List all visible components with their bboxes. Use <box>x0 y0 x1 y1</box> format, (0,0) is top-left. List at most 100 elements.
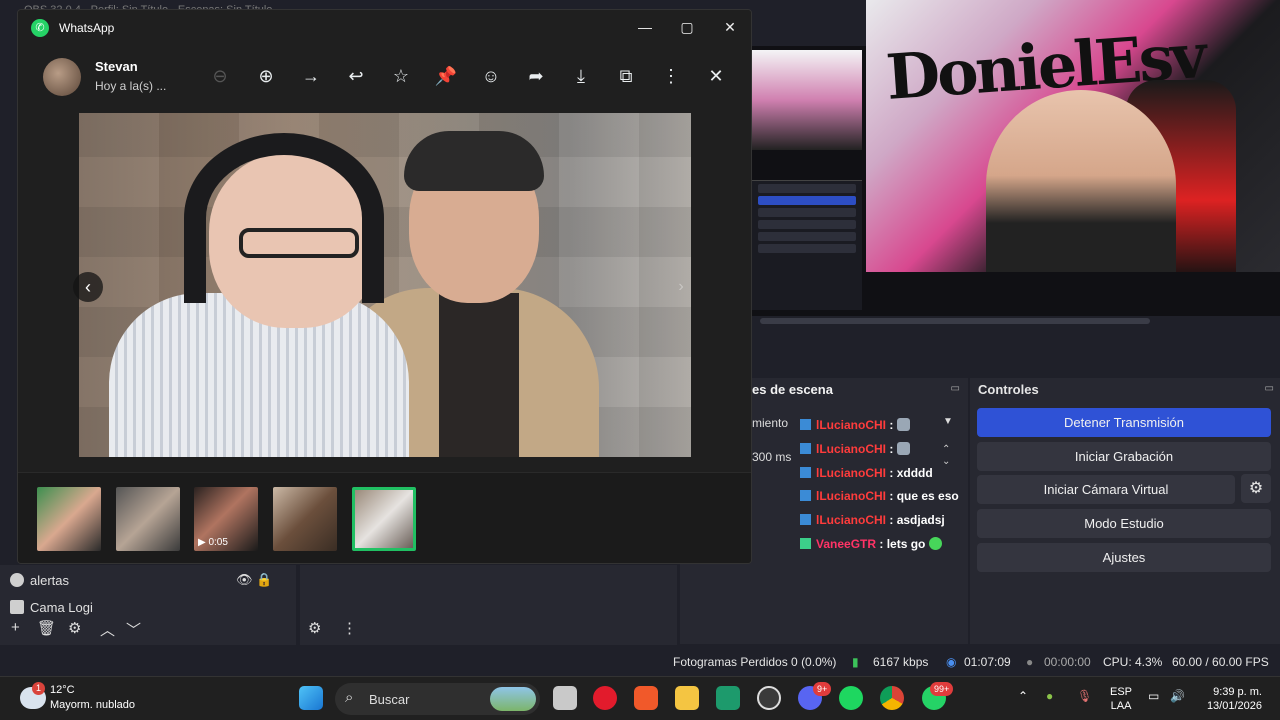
file-explorer-icon[interactable] <box>675 686 699 710</box>
signal-icon: ▮ <box>852 655 859 669</box>
chat-user: VaneeGTR <box>816 537 877 551</box>
zoom-in-icon[interactable]: ⊕ <box>254 64 278 88</box>
maximize-icon[interactable]: ▢ <box>672 16 702 38</box>
media-thumbnail[interactable] <box>116 487 180 551</box>
lock-icon[interactable]: 🔒 <box>256 572 272 587</box>
search-icon: ⌕ <box>345 689 354 706</box>
contact-timestamp: Hoy a la(s) ... <box>95 79 167 93</box>
streamer <box>986 90 1176 272</box>
brave-icon[interactable] <box>634 686 658 710</box>
video-duration: ▶ 0:05 <box>198 537 228 548</box>
discord-badge: 9+ <box>813 682 832 696</box>
media-thumbnail-video[interactable]: ▶ 0:05 <box>194 487 258 551</box>
dropped-frames: Fotogramas Perdidos 0 (0.0%) <box>673 655 837 669</box>
more-icon[interactable]: ⋮ <box>342 619 357 637</box>
virtual-cam-settings-button[interactable]: ⚙ <box>1241 474 1271 503</box>
source-item[interactable]: Cama Logi <box>10 600 93 615</box>
avatar[interactable] <box>43 58 81 96</box>
stop-stream-button[interactable]: Detener Transmisión <box>977 408 1271 437</box>
temperature[interactable]: 12°C <box>50 684 75 696</box>
gear-icon[interactable]: ⚙ <box>68 619 81 637</box>
close-window-icon[interactable]: ✕ <box>715 16 745 38</box>
whatsapp-titlebar: ✆ WhatsApp — ▢ ✕ <box>18 10 751 44</box>
chat-user: lLucianoCHI <box>816 513 887 527</box>
zoom-out-icon: ⊖ <box>212 66 228 86</box>
record-icon: ● <box>1026 655 1034 669</box>
open-external-icon[interactable]: ⧉ <box>614 64 638 88</box>
trash-icon[interactable]: 🗑 <box>37 619 56 637</box>
gear-icon: ⚙ <box>1248 480 1264 497</box>
microphone-icon[interactable]: 🎙 <box>1077 689 1092 703</box>
badge-icon <box>800 419 811 430</box>
chevron-up-icon[interactable]: ⌃ <box>1018 689 1028 703</box>
network-icon[interactable]: ▭ <box>1148 689 1159 703</box>
bitrate: 6167 kbps <box>873 655 929 669</box>
mixer-settings-icon[interactable]: ⚙ <box>308 619 321 637</box>
media-thumbnail[interactable] <box>37 487 101 551</box>
star-icon[interactable]: ☆ <box>389 64 413 88</box>
windows-start-icon[interactable] <box>299 686 323 710</box>
minimize-icon[interactable]: — <box>630 16 660 38</box>
chevron-down-icon[interactable]: ▼ <box>943 416 953 427</box>
chat-line: lLucianoCHI : <box>800 442 910 456</box>
chrome-icon[interactable] <box>880 686 904 710</box>
search-highlight-icon <box>490 687 536 711</box>
start-recording-button[interactable]: Iniciar Grabación <box>977 442 1271 471</box>
cpu-usage: CPU: 4.3% <box>1103 655 1163 669</box>
app-icon[interactable] <box>716 686 740 710</box>
opera-icon[interactable] <box>593 686 617 710</box>
more-menu-icon[interactable]: ⋮ <box>659 64 683 88</box>
emoji-icon[interactable]: ☺ <box>479 64 503 88</box>
settings-button[interactable]: Ajustes <box>977 543 1271 572</box>
add-icon[interactable]: + <box>11 619 20 636</box>
preview-mini-obs <box>752 180 862 310</box>
studio-mode-button[interactable]: Modo Estudio <box>977 509 1271 538</box>
close-viewer-icon[interactable]: ✕ <box>704 64 728 88</box>
download-icon[interactable]: ⤓ <box>569 64 593 88</box>
media-thumbnail-selected[interactable] <box>352 487 416 551</box>
camera-icon <box>10 600 24 614</box>
forward-icon[interactable]: ➦ <box>524 64 548 88</box>
task-view-icon[interactable] <box>553 686 577 710</box>
source-name: Cama Logi <box>30 600 93 615</box>
stream-icon: ◉ <box>946 655 957 669</box>
go-to-message-icon[interactable]: → <box>299 64 323 88</box>
start-virtual-cam-button[interactable]: Iniciar Cámara Virtual <box>977 475 1235 504</box>
chat-user: lLucianoCHI <box>816 418 887 432</box>
float-dock-icon[interactable]: ▭ <box>951 383 960 394</box>
duration-field[interactable]: 300 ms <box>752 450 791 464</box>
chevron-up-icon[interactable]: ︿ <box>100 619 115 640</box>
chat-msg: : <box>889 418 894 432</box>
source-item[interactable]: alertas <box>10 573 69 588</box>
dish-emote-icon <box>896 418 910 431</box>
input-language[interactable]: ESP LAA <box>1110 685 1132 713</box>
clock[interactable]: 9:39 p. m. 13/01/2026 <box>1200 685 1262 713</box>
preview-mini-cam <box>752 50 862 150</box>
next-media-button[interactable]: › <box>666 272 696 302</box>
chat-user: lLucianoCHI <box>816 489 887 503</box>
chevron-down-icon[interactable]: ﹀ <box>126 619 141 640</box>
controls-dock: Controles ▭ Detener Transmisión Iniciar … <box>970 378 1280 644</box>
chevron-down-icon[interactable]: ⌄ <box>942 456 950 467</box>
reply-icon[interactable]: ↩ <box>344 64 368 88</box>
spotify-icon[interactable] <box>839 686 863 710</box>
chat-msg: : <box>889 442 894 456</box>
search-box[interactable]: ⌕ Buscar <box>335 683 540 715</box>
obs-icon[interactable] <box>757 686 781 710</box>
forecast[interactable]: Mayorm. nublado <box>50 699 135 711</box>
eye-icon[interactable]: 👁 <box>236 572 253 587</box>
preview-scrollbar[interactable] <box>760 318 1150 324</box>
float-dock-icon[interactable]: ▭ <box>1265 383 1274 394</box>
chevron-up-icon[interactable]: ⌃ <box>942 444 950 455</box>
browser-source-icon <box>10 573 24 587</box>
stream-time: 01:07:09 <box>964 655 1011 669</box>
previous-media-button[interactable]: ‹ <box>73 272 103 302</box>
pin-icon[interactable]: 📌 <box>434 64 458 88</box>
obs-status-bar: Fotogramas Perdidos 0 (0.0%) ▮ 6167 kbps… <box>0 648 1280 676</box>
badge-icon <box>800 514 811 525</box>
media-thumbnail[interactable] <box>273 487 337 551</box>
tray-app-icon[interactable]: ● <box>1046 689 1053 703</box>
transition-select[interactable]: miento <box>752 416 788 430</box>
source-name: alertas <box>30 573 70 588</box>
volume-icon[interactable]: 🔊 <box>1170 689 1185 703</box>
